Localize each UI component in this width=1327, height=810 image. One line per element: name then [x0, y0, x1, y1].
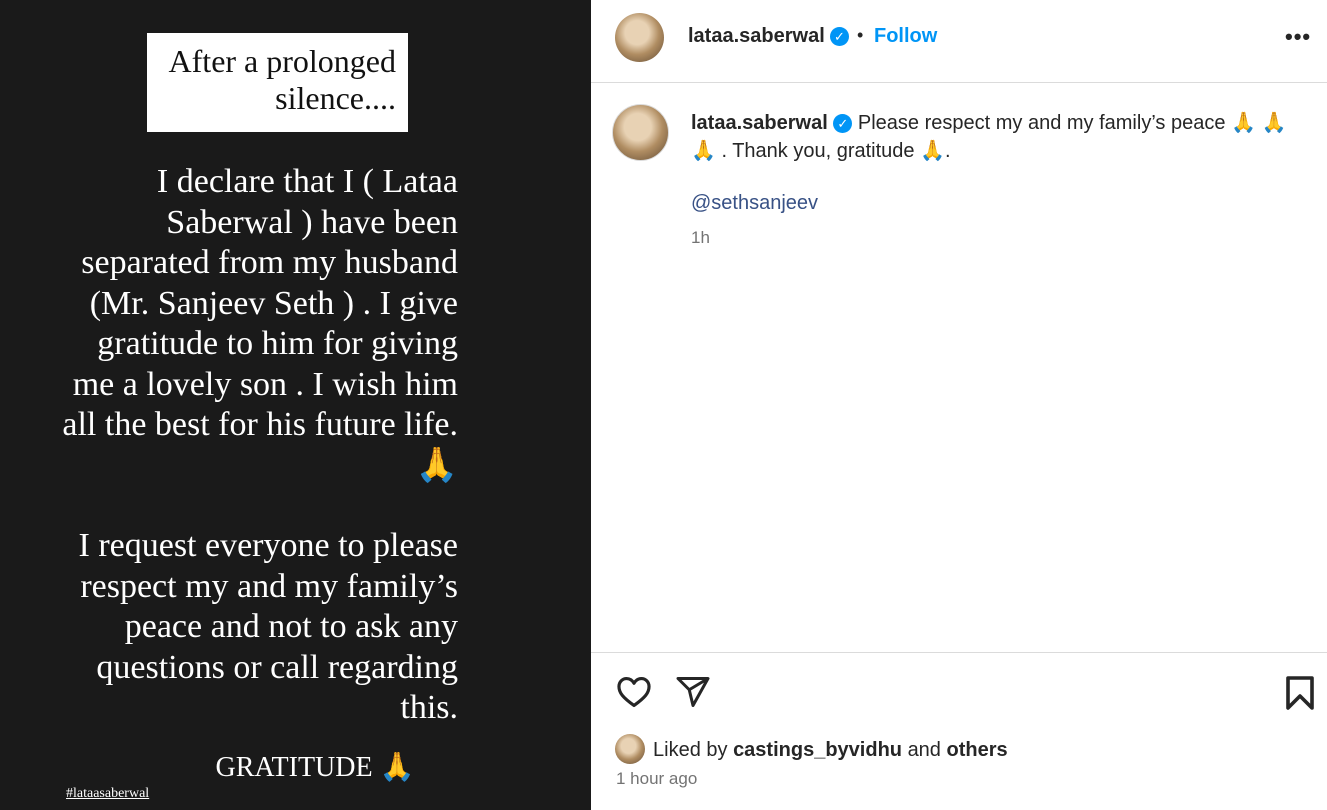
story-paragraph: I request everyone to please respect my …	[78, 527, 459, 726]
bookmark-icon[interactable]	[1285, 675, 1315, 711]
post-timestamp[interactable]: 1 hour ago	[616, 769, 697, 789]
caption-avatar[interactable]	[612, 104, 669, 161]
avatar[interactable]	[615, 13, 664, 62]
story-title-box: After a prolonged silence....	[147, 33, 408, 132]
story-panel: After a prolonged silence.... I declare …	[0, 0, 591, 810]
caption: lataa.saberwal ✓ Please respect my and m…	[691, 109, 1307, 165]
post-panel: lataa.saberwal ✓ • Follow ••• lataa.sabe…	[591, 0, 1327, 810]
story-body: I declare that I ( Lataa Saberwal ) have…	[60, 162, 458, 729]
divider	[591, 652, 1327, 653]
share-icon[interactable]	[675, 674, 711, 710]
verified-badge-icon: ✓	[833, 114, 853, 134]
username-link[interactable]: lataa.saberwal	[688, 25, 825, 48]
liked-prefix: Liked by	[653, 739, 728, 761]
caption-timestamp: 1h	[691, 228, 710, 247]
mention-link[interactable]: @sethsanjeev	[691, 192, 818, 215]
story-title: After a prolonged silence....	[168, 43, 396, 116]
liked-others-link[interactable]: others	[947, 739, 1008, 761]
separator-dot: •	[857, 25, 864, 45]
liked-and: and	[907, 739, 941, 761]
caption-username[interactable]: lataa.saberwal	[691, 112, 828, 134]
story-hashtag[interactable]: #lataasaberwal	[66, 786, 149, 802]
liked-by-avatar[interactable]	[615, 734, 645, 764]
liked-user-link[interactable]: castings_byvidhu	[733, 739, 902, 761]
story-gratitude: GRATITUDE 🙏	[215, 752, 415, 783]
liked-by-text: Liked by castings_byvidhu and others	[653, 739, 1008, 762]
heart-icon[interactable]	[615, 673, 653, 711]
post-header: lataa.saberwal ✓ • Follow •••	[591, 0, 1327, 83]
follow-button[interactable]: Follow	[874, 25, 937, 48]
verified-badge-icon: ✓	[830, 27, 849, 46]
story-paragraph: I declare that I ( Lataa Saberwal ) have…	[62, 163, 458, 484]
more-options-icon[interactable]: •••	[1285, 24, 1311, 50]
